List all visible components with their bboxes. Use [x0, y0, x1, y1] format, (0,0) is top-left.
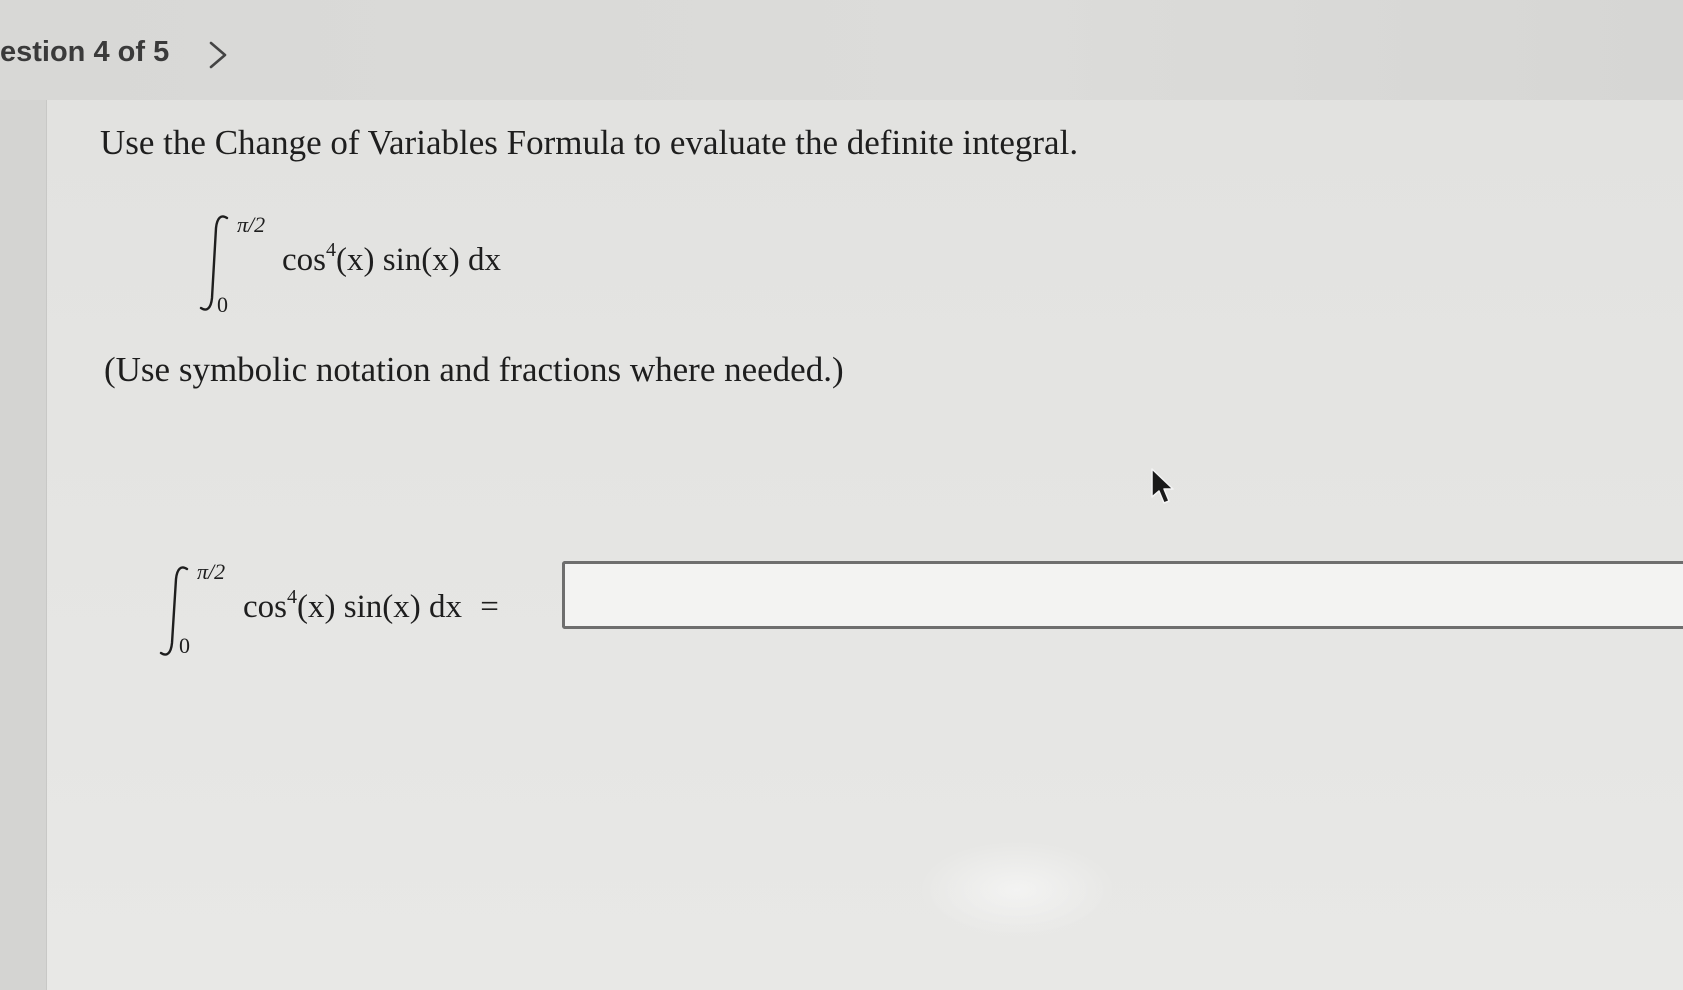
integrand-exponent: 4 [326, 239, 336, 261]
integrand-exponent: 4 [287, 586, 297, 608]
integrand: cos4(x) sin(x) dx [282, 239, 501, 279]
answer-input[interactable] [562, 561, 1683, 629]
screen-glare [917, 840, 1117, 940]
integrand-remainder: (x) sin(x) dx [336, 242, 501, 278]
displayed-integral: π/2 0 cos4(x) sin(x) dx [193, 212, 533, 322]
question-counter: estion 4 of 5 [0, 36, 170, 68]
upper-limit: π/2 [237, 212, 266, 237]
question-prompt: Use the Change of Variables Formula to e… [100, 123, 1079, 162]
chevron-right-icon[interactable] [205, 40, 231, 70]
answer-integral: π/2 0 cos4(x) sin(x) dx = [153, 559, 553, 663]
integral-sign-icon [159, 566, 189, 656]
notation-hint: (Use symbolic notation and fractions whe… [104, 350, 844, 389]
integrand: cos4(x) sin(x) dx = [243, 586, 499, 626]
integrand-remainder: (x) sin(x) dx [297, 589, 462, 625]
upper-limit: π/2 [197, 559, 226, 584]
integral-sign-icon [199, 215, 229, 311]
left-margin [0, 100, 46, 990]
mouse-pointer-icon [1151, 468, 1174, 504]
top-bar [0, 0, 1683, 100]
lower-limit: 0 [179, 633, 190, 658]
integrand-function: cos [243, 589, 287, 625]
lower-limit: 0 [217, 292, 228, 317]
integrand-function: cos [282, 242, 326, 278]
equals-sign: = [480, 589, 499, 625]
